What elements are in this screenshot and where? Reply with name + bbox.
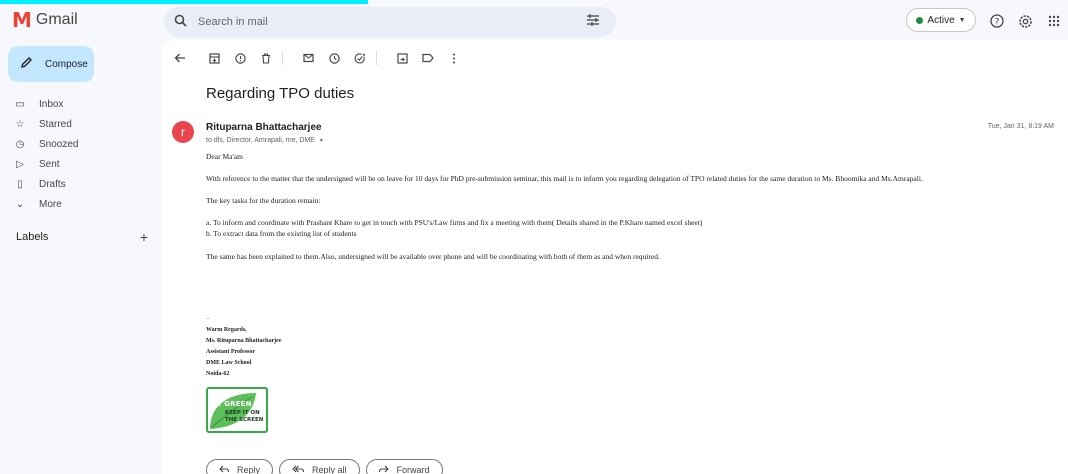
- add-label-icon[interactable]: +: [140, 230, 148, 244]
- labels-title: Labels: [16, 231, 49, 243]
- app-name: Gmail: [35, 11, 78, 28]
- sidebar-item-more[interactable]: ⌄ More: [14, 194, 154, 214]
- signature-line: Warm Regards,: [206, 327, 247, 333]
- header: M Gmail Active ▼ ?: [0, 4, 1068, 40]
- sidebar-item-label: Sent: [39, 158, 60, 170]
- clock-icon: ◷: [15, 138, 25, 150]
- labels-section: Labels +: [16, 230, 148, 244]
- mark-unread-icon[interactable]: [300, 50, 316, 66]
- reply-icon: [219, 465, 230, 474]
- filter-icon[interactable]: [586, 14, 600, 29]
- reply-button[interactable]: Reply: [206, 459, 274, 474]
- avatar[interactable]: r: [172, 121, 194, 143]
- message-pane: Regarding TPO duties r Rituparna Bhattac…: [162, 40, 1068, 474]
- body-paragraph-1: With reference to the matter that the un…: [206, 174, 923, 183]
- search-icon[interactable]: [174, 14, 187, 30]
- body-task-b: b. To extract data from the existing lis…: [206, 229, 357, 238]
- body-paragraph-3: The same has been explained to them.Also…: [206, 252, 660, 261]
- badge-line-3: THE SCREEN: [225, 417, 264, 423]
- back-icon[interactable]: [172, 50, 188, 66]
- reply-all-label: Reply all: [312, 465, 347, 474]
- body-greeting: Dear Ma'am: [206, 152, 243, 161]
- apps-icon[interactable]: [1045, 12, 1063, 30]
- draft-icon: ▯: [17, 178, 23, 190]
- reply-all-button[interactable]: Reply all: [279, 459, 360, 474]
- sidebar-item-label: More: [39, 198, 62, 210]
- sidebar-item-label: Drafts: [39, 178, 66, 190]
- body-task-a: a. To inform and coordinate with Prashan…: [206, 218, 703, 227]
- compose-label: Compose: [45, 58, 88, 70]
- archive-icon[interactable]: [206, 50, 222, 66]
- label-icon[interactable]: [420, 50, 436, 66]
- message-toolbar: [172, 48, 462, 68]
- status-label: Active: [927, 14, 955, 26]
- pencil-icon: [20, 56, 33, 72]
- forward-icon: [378, 465, 389, 474]
- sidebar-item-label: Inbox: [39, 98, 64, 110]
- delete-icon[interactable]: [258, 50, 274, 66]
- reply-actions: Reply Reply all Forward: [206, 459, 443, 474]
- compose-button[interactable]: Compose: [8, 46, 94, 82]
- badge-line-1: BE GREEN: [211, 400, 252, 408]
- signature-line: DME Law School: [206, 360, 252, 366]
- active-dot-icon: [916, 16, 924, 24]
- sidebar-item-sent[interactable]: ▷ Sent: [14, 154, 154, 174]
- signature-line: Assistant Professor: [206, 349, 256, 355]
- status-dropdown[interactable]: Active ▼: [906, 8, 976, 32]
- sidebar-item-snoozed[interactable]: ◷ Snoozed: [14, 134, 154, 154]
- body-paragraph-2: The key tasks for the duration remain:: [206, 196, 321, 205]
- signature-line: Noida-62: [206, 371, 230, 377]
- add-task-icon[interactable]: [352, 50, 368, 66]
- chevron-down-icon[interactable]: ▼: [319, 138, 324, 144]
- search-input[interactable]: [198, 13, 558, 31]
- signature-dashes: --: [206, 316, 210, 322]
- sidebar-item-label: Snoozed: [39, 138, 79, 150]
- email-signature: -- Warm Regards, Ms. Rituparna Bhattacha…: [206, 314, 282, 380]
- forward-label: Forward: [396, 465, 430, 474]
- help-icon[interactable]: ?: [988, 12, 1006, 30]
- sidebar-nav: ▭ Inbox ☆ Starred ◷ Snoozed ▷ Sent ▯ Dra…: [14, 94, 154, 214]
- forward-button[interactable]: Forward: [365, 459, 443, 474]
- gmail-logo[interactable]: M Gmail: [12, 9, 78, 31]
- star-icon: ☆: [15, 118, 25, 130]
- sidebar-item-label: Starred: [39, 118, 72, 130]
- recipients-text: to dls, Director, Amrapali, me, DME: [206, 137, 315, 144]
- recipients-line[interactable]: to dls, Director, Amrapali, me, DME ▼: [206, 137, 324, 144]
- snooze-icon[interactable]: [326, 50, 342, 66]
- signature-line: Ms. Rituparna Bhattacharjee: [206, 338, 282, 344]
- more-icon[interactable]: [446, 50, 462, 66]
- chevron-down-icon: ⌄: [15, 198, 25, 210]
- report-icon[interactable]: [232, 50, 248, 66]
- reply-all-icon: [292, 465, 305, 474]
- sidebar-item-inbox[interactable]: ▭ Inbox: [14, 94, 154, 114]
- chevron-down-icon: ▼: [958, 16, 966, 24]
- email-date: Tue, Jan 31, 8:19 AM: [987, 123, 1054, 130]
- settings-icon[interactable]: [1016, 12, 1034, 30]
- sender-name[interactable]: Rituparna Bhattacharjee: [206, 122, 322, 133]
- email-subject: Regarding TPO duties: [206, 85, 355, 102]
- badge-line-2: KEEP IT ON: [225, 410, 260, 416]
- sidebar-item-starred[interactable]: ☆ Starred: [14, 114, 154, 134]
- move-icon[interactable]: [394, 50, 410, 66]
- svg-text:?: ?: [995, 18, 1000, 28]
- gmail-logo-icon: M: [12, 8, 32, 32]
- inbox-icon: ▭: [15, 98, 25, 110]
- sidebar-item-drafts[interactable]: ▯ Drafts: [14, 174, 154, 194]
- search-bar[interactable]: [164, 7, 616, 37]
- reply-label: Reply: [237, 465, 261, 474]
- go-green-badge: BE GREEN KEEP IT ON THE SCREEN: [206, 387, 268, 433]
- send-icon: ▷: [16, 158, 24, 170]
